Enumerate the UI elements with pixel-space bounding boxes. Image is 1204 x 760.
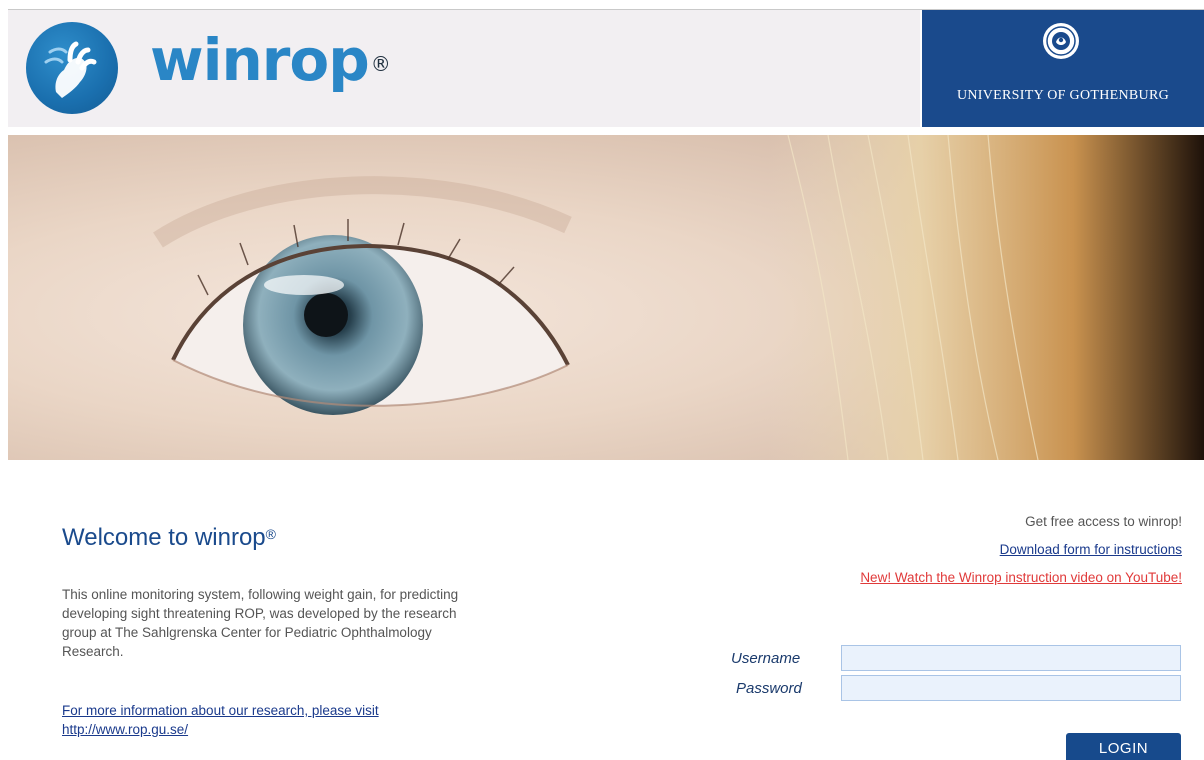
university-name: UNIVERSITY OF GOTHENBURG	[956, 88, 1169, 103]
university-seal-icon	[1043, 23, 1079, 59]
username-input[interactable]	[841, 645, 1181, 671]
username-label: Username	[731, 650, 801, 667]
header-brand-area: winrop ®	[8, 10, 920, 127]
intro-description: This online monitoring system, following…	[62, 587, 459, 659]
password-label: Password	[736, 680, 802, 697]
winrop-logo-icon	[26, 22, 118, 114]
access-links: Get free access to winrop! Download form…	[860, 508, 1182, 592]
more-info-link[interactable]: For more information about our research,…	[62, 701, 379, 720]
university-banner: UNIVERSITY OF GOTHENBURG	[922, 10, 1204, 127]
more-info-block: For more information about our research,…	[62, 701, 379, 739]
page: winrop ® UNIVERSITY OF GOTHENBURG Welcom…	[0, 0, 1204, 760]
download-form-link[interactable]: Download form for instructions	[860, 536, 1182, 564]
youtube-video-link[interactable]: New! Watch the Winrop instruction video …	[860, 564, 1182, 592]
research-url-link[interactable]: http://www.rop.gu.se/	[62, 720, 379, 739]
hero-eye-image	[8, 135, 1204, 460]
free-access-text: Get free access to winrop!	[1025, 514, 1182, 529]
password-input[interactable]	[841, 675, 1181, 701]
brand-wordmark: winrop ®	[150, 26, 391, 94]
login-button[interactable]: LOGIN	[1066, 733, 1181, 760]
page-title: Welcome to winrop®	[62, 524, 276, 551]
